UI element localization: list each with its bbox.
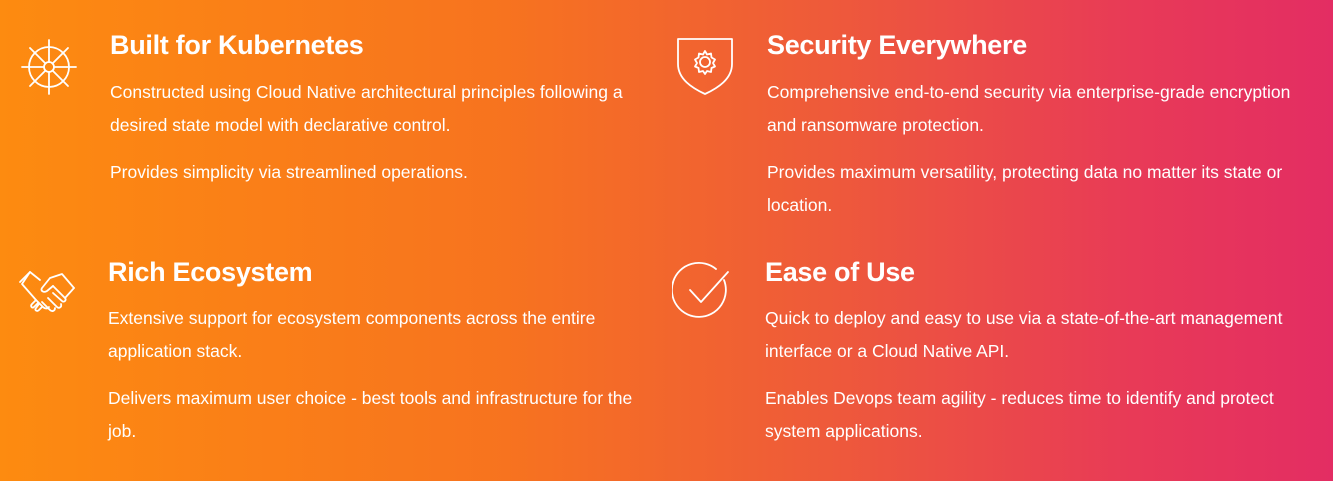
- feature-description: Provides simplicity via streamlined oper…: [110, 162, 468, 182]
- shield-gear-icon: [674, 34, 736, 96]
- feature-description: Constructed using Cloud Native architect…: [110, 82, 623, 135]
- feature-description: Quick to deploy and easy to use via a st…: [765, 308, 1283, 361]
- feature-description: Extensive support for ecosystem componen…: [108, 308, 596, 361]
- feature-description: Enables Devops team agility - reduces ti…: [765, 388, 1274, 441]
- feature-title: Built for Kubernetes: [110, 30, 364, 60]
- feature-title: Rich Ecosystem: [108, 257, 313, 287]
- check-circle-icon: [672, 260, 734, 322]
- feature-title: Security Everywhere: [767, 30, 1027, 60]
- feature-title: Ease of Use: [765, 257, 915, 287]
- feature-description: Delivers maximum user choice - best tool…: [108, 388, 633, 441]
- feature-description: Comprehensive end-to-end security via en…: [767, 82, 1291, 135]
- helm-wheel-icon: [18, 36, 80, 98]
- handshake-icon: [16, 262, 78, 324]
- feature-description: Provides maximum versatility, protecting…: [767, 162, 1283, 215]
